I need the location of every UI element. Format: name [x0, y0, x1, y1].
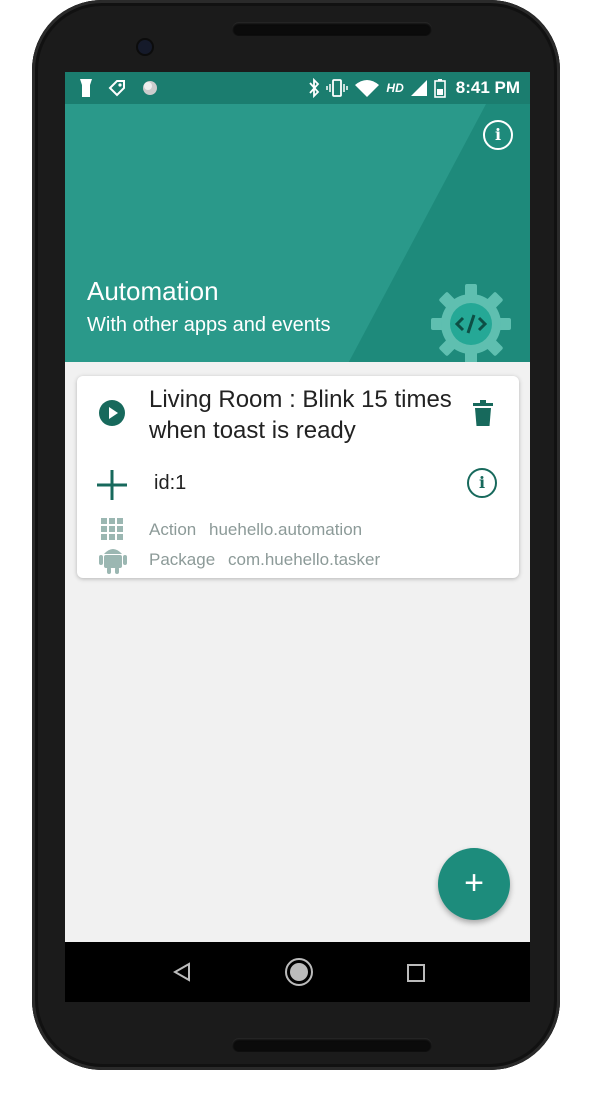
- add-automation-button[interactable]: +: [438, 848, 510, 920]
- plus-icon[interactable]: [95, 468, 129, 502]
- trash-icon[interactable]: [473, 400, 493, 426]
- navigation-bar: [65, 942, 530, 1002]
- play-icon[interactable]: [99, 400, 125, 426]
- status-bar: HD 8:41 PM: [65, 72, 530, 104]
- gear-code-icon: [431, 284, 511, 362]
- vibrate-icon: [326, 79, 349, 97]
- front-camera: [138, 40, 152, 54]
- bottom-speaker: [232, 1038, 432, 1052]
- grid-icon: [101, 518, 123, 540]
- tag-icon: [108, 80, 125, 97]
- page-subtitle: With other apps and events: [87, 314, 331, 336]
- back-icon[interactable]: [173, 962, 191, 982]
- app-header: i Automation With other apps and events: [65, 104, 530, 362]
- action-value: huehello.automation: [209, 520, 363, 539]
- flashlight-icon: [80, 79, 92, 97]
- android-icon: [99, 549, 127, 574]
- package-label: Package: [149, 550, 216, 569]
- info-icon[interactable]: i: [467, 468, 497, 498]
- bluetooth-icon: [309, 78, 320, 98]
- wifi-icon: [355, 80, 380, 97]
- automation-title: Living Room : Blink 15 times when toast …: [149, 386, 452, 444]
- network-type-label: HD: [386, 81, 404, 95]
- info-icon[interactable]: i: [483, 120, 513, 150]
- page-title: Automation: [87, 276, 219, 306]
- battery-icon: [433, 79, 446, 98]
- package-value: com.huehello.tasker: [228, 550, 381, 569]
- recents-icon[interactable]: [407, 964, 425, 982]
- status-time: 8:41 PM: [455, 78, 520, 97]
- action-label: Action: [149, 520, 197, 539]
- signal-icon: [410, 80, 427, 96]
- automation-card[interactable]: Living Room : Blink 15 times when toast …: [77, 376, 519, 578]
- earpiece: [232, 22, 432, 36]
- circle-status-icon: [143, 81, 157, 95]
- automation-id: id:1: [154, 472, 187, 494]
- app-screen: HD 8:41 PM i Automation With other apps …: [65, 72, 530, 942]
- home-icon[interactable]: [285, 958, 313, 986]
